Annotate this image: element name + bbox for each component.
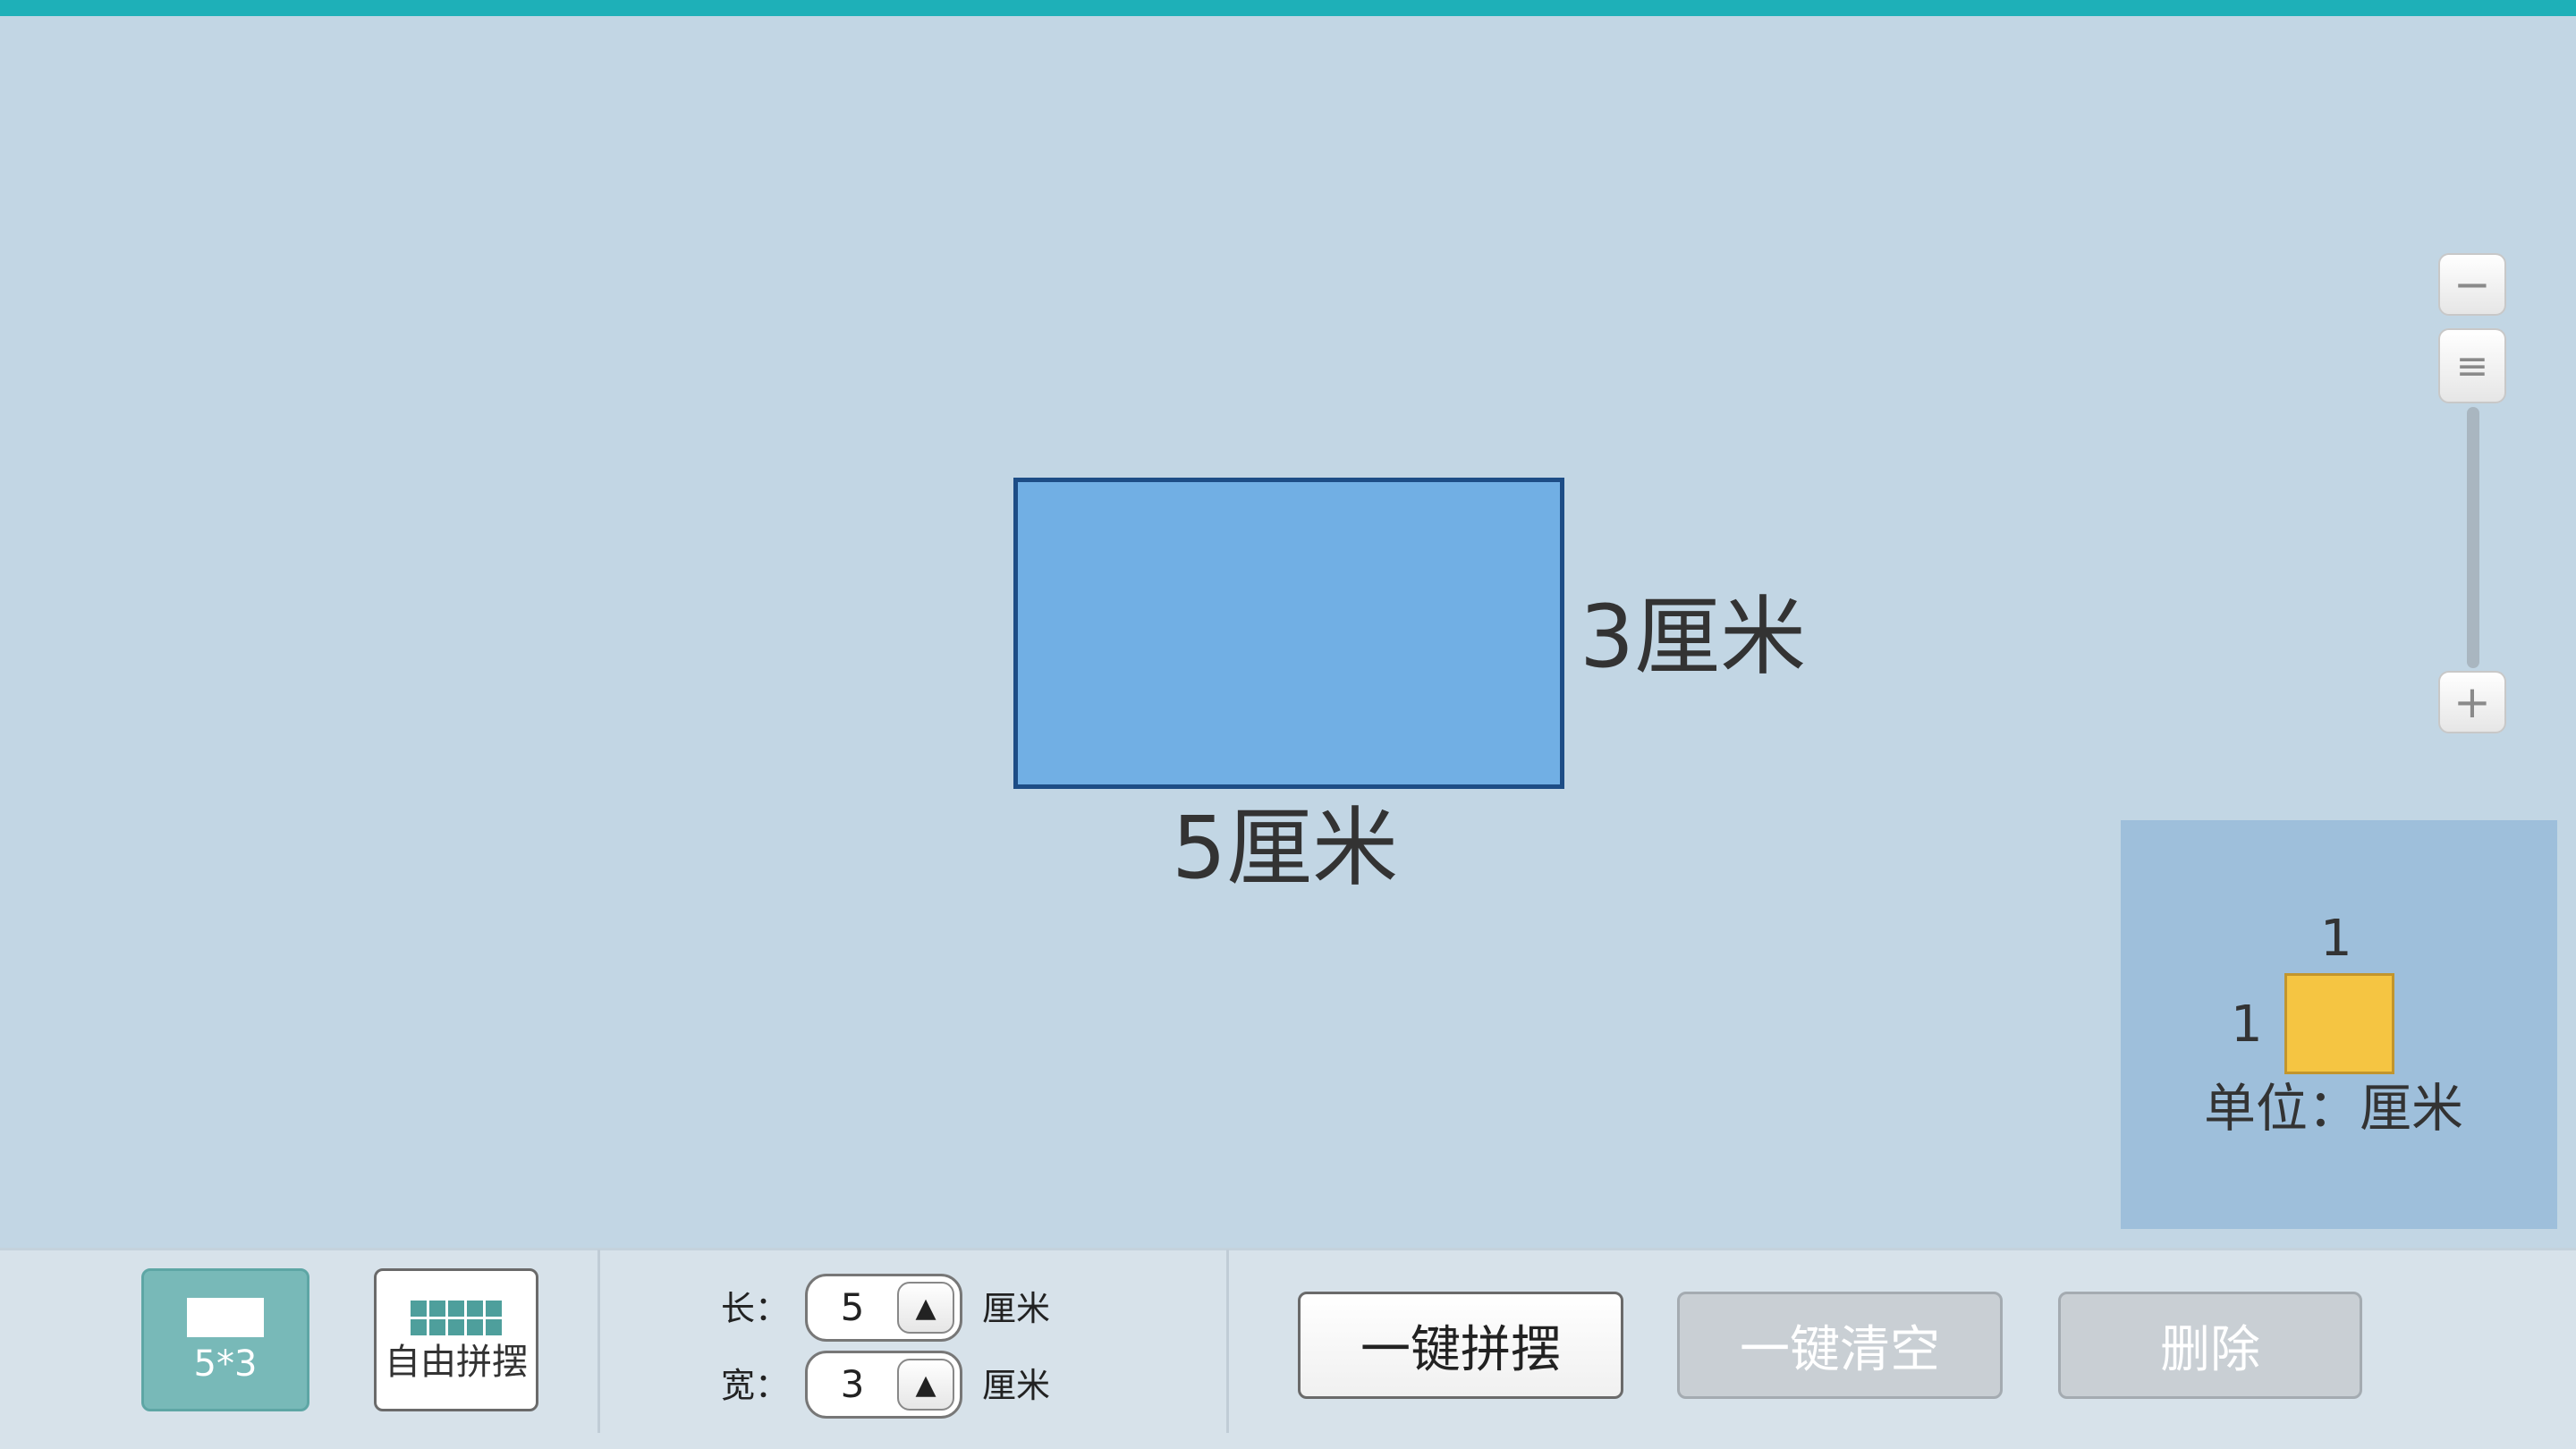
width-label: 宽： [721, 1366, 790, 1405]
length-label: 长： [721, 1289, 790, 1328]
grid-icon [411, 1300, 502, 1335]
clear-all-button[interactable]: 一键清空 [1677, 1292, 2003, 1399]
length-value[interactable]: 5 [808, 1276, 897, 1339]
length-unit: 厘米 [982, 1289, 1051, 1328]
free-arrange-label: 自由拼摆 [385, 1341, 528, 1383]
drag-handle-icon: ≡ [2455, 343, 2489, 389]
zoom-in-button[interactable]: + [2438, 671, 2506, 733]
preset-label: 5*3 [193, 1343, 258, 1385]
toolbar-divider [597, 1250, 600, 1433]
width-unit: 厘米 [982, 1366, 1051, 1405]
delete-button[interactable]: 删除 [2058, 1292, 2362, 1399]
zoom-slider-handle[interactable]: ≡ [2438, 328, 2506, 403]
width-up-arrow-icon[interactable]: ▲ [897, 1359, 954, 1411]
length-up-arrow-icon[interactable]: ▲ [897, 1282, 954, 1334]
free-arrange-button[interactable]: 自由拼摆 [374, 1268, 538, 1411]
rectangle-shape[interactable] [1013, 478, 1564, 789]
minus-icon: − [2453, 258, 2491, 310]
auto-arrange-button[interactable]: 一键拼摆 [1298, 1292, 1623, 1399]
zoom-slider-track[interactable] [2467, 407, 2479, 668]
rectangle-height-label: 3厘米 [1580, 587, 1807, 687]
unit-square-top-value: 1 [2320, 910, 2352, 968]
top-accent-bar [0, 0, 2576, 16]
rectangle-width-label: 5厘米 [1172, 798, 1399, 898]
toolbar-divider [1226, 1250, 1229, 1433]
preset-5x3-button[interactable]: 5*3 [141, 1268, 309, 1411]
plus-icon: + [2453, 676, 2491, 728]
unit-square-side-value: 1 [2231, 996, 2263, 1054]
width-stepper[interactable]: 3 ▲ [805, 1351, 962, 1419]
rectangle-icon [187, 1298, 264, 1337]
unit-label: 单位：厘米 [2204, 1078, 2464, 1139]
zoom-out-button[interactable]: − [2438, 253, 2506, 316]
width-value[interactable]: 3 [808, 1353, 897, 1416]
length-stepper[interactable]: 5 ▲ [805, 1274, 962, 1342]
unit-square [2284, 973, 2394, 1074]
